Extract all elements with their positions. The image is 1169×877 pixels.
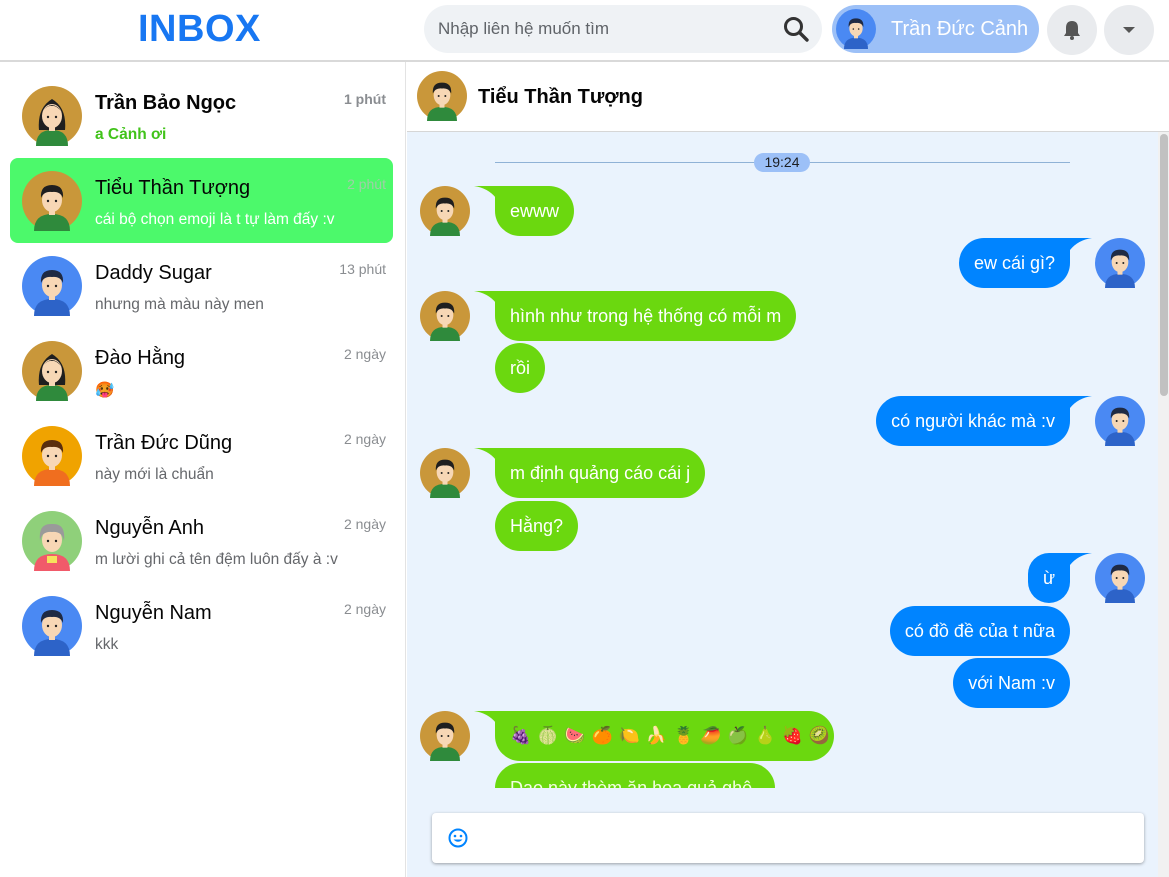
chat-header: Tiểu Thần Tượng — [407, 62, 1169, 132]
contact-avatar — [22, 511, 82, 571]
conversation-list: Trần Bảo Ngọc a Cảnh ơi 1 phút Tiểu Thần… — [0, 62, 406, 877]
conversation-item-active[interactable]: Tiểu Thần Tượng cái bộ chọn emoji là t t… — [10, 158, 393, 243]
last-message-time: 2 ngày — [343, 346, 386, 362]
time-divider-label: 19:24 — [754, 153, 810, 172]
last-message-time: 2 phút — [347, 176, 386, 192]
contact-search-box[interactable] — [424, 5, 822, 53]
emoji-item: 🍇 — [510, 726, 532, 746]
last-message-time: 2 ngày — [343, 431, 386, 447]
contact-name: Đào Hằng — [95, 347, 186, 369]
chat-panel: 19:24 ewww ew cái gì? hình như trong hệ … — [407, 132, 1169, 877]
sender-avatar — [420, 291, 470, 341]
last-message-time: 2 ngày — [343, 601, 386, 617]
caret-down-icon — [1123, 27, 1135, 33]
contact-avatar — [22, 596, 82, 656]
emoji-item: 🍓 — [781, 726, 803, 746]
emoji-item: 🍍 — [673, 726, 695, 746]
message-composer[interactable] — [432, 813, 1144, 863]
last-message-preview: kkk — [95, 636, 119, 653]
my-avatar — [1095, 553, 1145, 603]
contact-avatar — [22, 86, 82, 146]
chat-scrollbar-thumb[interactable] — [1160, 134, 1168, 396]
conversation-item[interactable]: Nguyễn Anh m lười ghi cả tên đệm luôn đấ… — [10, 498, 393, 583]
top-bar: INBOX Trần Đức Cảnh — [0, 0, 1169, 62]
account-menu-button[interactable] — [1104, 5, 1154, 55]
bubble-tail — [474, 448, 496, 460]
current-user-name: Trần Đức Cảnh — [891, 18, 1029, 40]
sender-avatar — [420, 186, 470, 236]
message-input[interactable] — [480, 825, 1120, 851]
bell-icon — [1064, 21, 1080, 40]
incoming-message[interactable]: hình như trong hệ thống có mỗi m — [495, 291, 797, 341]
emoji-item: 🍉 — [564, 726, 586, 746]
last-message-preview: nhưng mà màu này men — [95, 296, 264, 313]
contact-avatar — [22, 426, 82, 486]
incoming-message[interactable]: Dạo này thèm ăn hoa quả ghê — [495, 763, 775, 788]
last-message-preview: cái bộ chọn emoji là t tự làm đấy :v — [95, 211, 335, 228]
contact-name: Tiểu Thần Tượng — [95, 177, 251, 199]
my-avatar — [1095, 238, 1145, 288]
emoji-item: 🍌 — [645, 726, 668, 746]
my-avatar — [1095, 396, 1145, 446]
current-user-profile-button[interactable]: Trần Đức Cảnh — [832, 5, 1039, 53]
emoji-item: 🍈 — [537, 726, 559, 746]
contact-name: Daddy Sugar — [95, 262, 212, 284]
incoming-message[interactable]: rồi — [495, 343, 546, 393]
last-message-preview: 🥵 — [95, 381, 115, 399]
contact-avatar — [22, 171, 82, 231]
bubble-tail — [1070, 396, 1092, 408]
search-icon[interactable] — [782, 15, 810, 43]
incoming-emoji-message[interactable]: 🍇 🍈 🍉 🍊 🍋 🍌 🍍 🥭 🍏 🍐 🍓 🥝 — [495, 711, 834, 761]
bubble-tail — [474, 711, 496, 723]
chat-contact-avatar[interactable] — [417, 71, 467, 121]
last-message-time: 1 phút — [344, 91, 386, 107]
emoji-item: 🍋 — [618, 726, 640, 746]
outgoing-message[interactable]: có đồ đề của t nữa — [889, 606, 1070, 656]
outgoing-message[interactable]: ew cái gì? — [958, 238, 1070, 288]
last-message-preview: a Cảnh ơi — [95, 126, 167, 143]
contact-name: Nguyễn Anh — [95, 517, 204, 539]
current-user-avatar — [836, 9, 876, 49]
outgoing-message[interactable]: ừ — [1027, 553, 1070, 603]
emoji-item: 🍐 — [754, 726, 776, 746]
outgoing-message[interactable]: với Nam :v — [953, 658, 1070, 708]
message-list[interactable]: 19:24 ewww ew cái gì? hình như trong hệ … — [407, 132, 1160, 788]
app-logo[interactable]: INBOX — [138, 8, 261, 51]
last-message-preview: m lười ghi cả tên đệm luôn đấy à :v — [95, 551, 338, 568]
conversation-item[interactable]: Daddy Sugar nhưng mà màu này men 13 phút — [10, 243, 393, 328]
bubble-tail — [474, 186, 496, 198]
bubble-tail — [474, 291, 496, 303]
emoji-item: 🥭 — [700, 726, 722, 746]
emoji-item: 🥝 — [808, 726, 831, 746]
emoji-list: 🍇 🍈 🍉 🍊 🍋 🍌 🍍 🥭 🍏 🍐 🍓 🥝 — [510, 711, 830, 761]
contact-name: Trần Bảo Ngọc — [95, 92, 237, 114]
incoming-message[interactable]: ewww — [495, 186, 575, 236]
contact-avatar — [22, 341, 82, 401]
contact-name: Nguyễn Nam — [95, 602, 212, 624]
last-message-time: 2 ngày — [343, 516, 386, 532]
incoming-message[interactable]: Hằng? — [495, 501, 579, 551]
conversation-item[interactable]: Đào Hằng 🥵 2 ngày — [10, 328, 393, 413]
emoji-item: 🍏 — [727, 726, 749, 746]
sender-avatar — [420, 448, 470, 498]
last-message-preview: này mới là chuẩn — [95, 466, 214, 483]
conversation-item[interactable]: Trần Đức Dũng này mới là chuẩn 2 ngày — [10, 413, 393, 498]
bubble-tail — [1070, 238, 1092, 250]
incoming-message[interactable]: m định quảng cáo cái j — [495, 448, 706, 498]
chat-scrollbar[interactable] — [1158, 132, 1169, 877]
sender-avatar — [420, 711, 470, 761]
conversation-item[interactable]: Trần Bảo Ngọc a Cảnh ơi 1 phút — [10, 73, 393, 158]
smile-icon[interactable] — [448, 828, 468, 848]
contact-search-input[interactable] — [438, 17, 768, 41]
last-message-time: 13 phút — [339, 261, 386, 277]
bubble-tail — [1070, 553, 1092, 565]
contact-name: Trần Đức Dũng — [95, 432, 233, 454]
notifications-button[interactable] — [1047, 5, 1097, 55]
contact-avatar — [22, 256, 82, 316]
conversation-item[interactable]: Nguyễn Nam kkk 2 ngày — [10, 583, 393, 668]
chat-contact-name[interactable]: Tiểu Thần Tượng — [478, 86, 643, 109]
emoji-item: 🍊 — [591, 726, 613, 746]
outgoing-message[interactable]: có người khác mà :v — [876, 396, 1070, 446]
